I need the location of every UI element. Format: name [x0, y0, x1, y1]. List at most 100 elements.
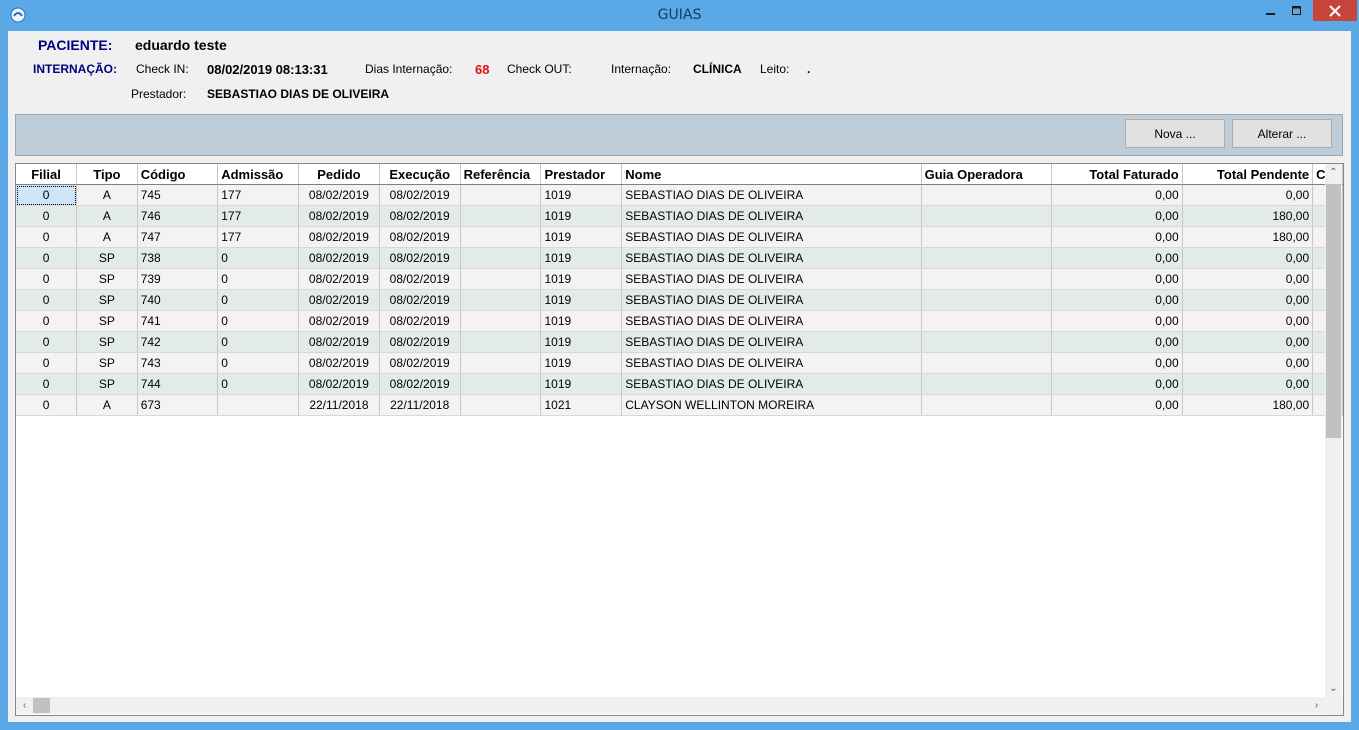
- col-header-execucao[interactable]: Execução: [379, 164, 461, 185]
- cell-tipo[interactable]: SP: [76, 310, 138, 332]
- cell-nome[interactable]: SEBASTIAO DIAS DE OLIVEIRA: [621, 247, 922, 269]
- cell-tipo[interactable]: SP: [76, 247, 138, 269]
- horizontal-scroll-thumb[interactable]: [33, 698, 50, 713]
- cell-referencia[interactable]: [460, 331, 542, 353]
- cell-filial[interactable]: 0: [16, 268, 78, 290]
- cell-filial[interactable]: 0: [16, 373, 78, 395]
- table-row[interactable]: 0 SP 740 0 08/02/2019 08/02/2019 1019 SEBASTIAO…: [16, 289, 1343, 311]
- cell-total-faturado[interactable]: 0,00: [1051, 310, 1183, 332]
- table-row[interactable]: 0 A 673 22/11/2018 22/11/2018 1021 CLAYSON WEL…: [16, 394, 1343, 416]
- cell-admissao[interactable]: 0: [217, 373, 300, 395]
- cell-total-pendente[interactable]: 180,00: [1182, 205, 1314, 227]
- cell-prestador[interactable]: 1021: [540, 394, 623, 416]
- cell-nome[interactable]: SEBASTIAO DIAS DE OLIVEIRA: [621, 352, 922, 374]
- cell-prestador[interactable]: 1019: [540, 226, 623, 248]
- col-header-tipo[interactable]: Tipo: [76, 164, 138, 185]
- cell-execucao[interactable]: 08/02/2019: [379, 205, 461, 227]
- cell-guia-operadora[interactable]: [921, 247, 1053, 269]
- cell-total-faturado[interactable]: 0,00: [1051, 373, 1183, 395]
- cell-filial[interactable]: 0: [16, 205, 78, 227]
- cell-nome[interactable]: CLAYSON WELLINTON MOREIRA: [621, 394, 922, 416]
- cell-execucao[interactable]: 08/02/2019: [379, 184, 461, 206]
- cell-total-pendente[interactable]: 0,00: [1182, 268, 1314, 290]
- cell-filial[interactable]: 0: [16, 184, 78, 206]
- cell-codigo[interactable]: 746: [137, 205, 219, 227]
- cell-prestador[interactable]: 1019: [540, 184, 623, 206]
- col-header-prestador[interactable]: Prestador: [540, 164, 623, 185]
- alterar-button[interactable]: Alterar ...: [1232, 119, 1332, 148]
- cell-total-pendente[interactable]: 0,00: [1182, 247, 1314, 269]
- cell-codigo[interactable]: 741: [137, 310, 219, 332]
- cell-filial[interactable]: 0: [16, 352, 78, 374]
- cell-guia-operadora[interactable]: [921, 184, 1053, 206]
- cell-tipo[interactable]: SP: [76, 268, 138, 290]
- table-row[interactable]: 0 SP 743 0 08/02/2019 08/02/2019 1019 SEBASTIAO…: [16, 352, 1343, 374]
- cell-tipo[interactable]: A: [76, 184, 138, 206]
- cell-execucao[interactable]: 22/11/2018: [379, 394, 461, 416]
- table-row[interactable]: 0 SP 738 0 08/02/2019 08/02/2019 1019 SEBASTIAO…: [16, 247, 1343, 269]
- cell-pedido[interactable]: 08/02/2019: [298, 373, 380, 395]
- cell-tipo[interactable]: A: [76, 394, 138, 416]
- cell-total-faturado[interactable]: 0,00: [1051, 352, 1183, 374]
- cell-nome[interactable]: SEBASTIAO DIAS DE OLIVEIRA: [621, 373, 922, 395]
- cell-guia-operadora[interactable]: [921, 331, 1053, 353]
- vertical-scroll-thumb[interactable]: [1326, 184, 1341, 438]
- cell-nome[interactable]: SEBASTIAO DIAS DE OLIVEIRA: [621, 310, 922, 332]
- cell-admissao[interactable]: 0: [217, 310, 300, 332]
- cell-prestador[interactable]: 1019: [540, 289, 623, 311]
- cell-filial[interactable]: 0: [16, 289, 78, 311]
- cell-codigo[interactable]: 745: [137, 184, 219, 206]
- cell-total-faturado[interactable]: 0,00: [1051, 205, 1183, 227]
- cell-guia-operadora[interactable]: [921, 373, 1053, 395]
- cell-total-faturado[interactable]: 0,00: [1051, 226, 1183, 248]
- cell-codigo[interactable]: 673: [137, 394, 219, 416]
- cell-referencia[interactable]: [460, 226, 542, 248]
- nova-button[interactable]: Nova ...: [1125, 119, 1225, 148]
- cell-admissao[interactable]: 177: [217, 226, 300, 248]
- scroll-down-icon[interactable]: ⌄: [1325, 680, 1342, 697]
- table-row[interactable]: 0 SP 744 0 08/02/2019 08/02/2019 1019 SEBASTIAO…: [16, 373, 1343, 395]
- cell-referencia[interactable]: [460, 373, 542, 395]
- cell-admissao[interactable]: 0: [217, 352, 300, 374]
- cell-prestador[interactable]: 1019: [540, 268, 623, 290]
- col-header-referencia[interactable]: Referência: [460, 164, 542, 185]
- col-header-admissao[interactable]: Admissão: [217, 164, 300, 185]
- cell-codigo[interactable]: 747: [137, 226, 219, 248]
- cell-total-faturado[interactable]: 0,00: [1051, 247, 1183, 269]
- title-bar[interactable]: GUIAS: [0, 0, 1359, 31]
- cell-admissao[interactable]: 0: [217, 331, 300, 353]
- table-row[interactable]: 0 A 745 177 08/02/2019 08/02/2019 1019 SEBASTIA…: [16, 184, 1343, 206]
- cell-total-pendente[interactable]: 0,00: [1182, 352, 1314, 374]
- cell-prestador[interactable]: 1019: [540, 331, 623, 353]
- cell-prestador[interactable]: 1019: [540, 373, 623, 395]
- scroll-left-icon[interactable]: ‹: [16, 697, 33, 714]
- vertical-scrollbar[interactable]: ⌃ ⌄: [1325, 164, 1342, 698]
- cell-filial[interactable]: 0: [16, 226, 78, 248]
- cell-referencia[interactable]: [460, 205, 542, 227]
- cell-guia-operadora[interactable]: [921, 352, 1053, 374]
- cell-tipo[interactable]: SP: [76, 373, 138, 395]
- cell-total-pendente[interactable]: 0,00: [1182, 184, 1314, 206]
- cell-total-pendente[interactable]: 0,00: [1182, 373, 1314, 395]
- cell-referencia[interactable]: [460, 394, 542, 416]
- cell-pedido[interactable]: 08/02/2019: [298, 205, 380, 227]
- cell-total-faturado[interactable]: 0,00: [1051, 268, 1183, 290]
- cell-execucao[interactable]: 08/02/2019: [379, 268, 461, 290]
- cell-admissao[interactable]: [217, 394, 300, 416]
- cell-referencia[interactable]: [460, 310, 542, 332]
- cell-admissao[interactable]: 0: [217, 247, 300, 269]
- cell-pedido[interactable]: 08/02/2019: [298, 289, 380, 311]
- cell-referencia[interactable]: [460, 184, 542, 206]
- cell-total-pendente[interactable]: 180,00: [1182, 394, 1314, 416]
- cell-guia-operadora[interactable]: [921, 310, 1053, 332]
- cell-tipo[interactable]: A: [76, 226, 138, 248]
- cell-admissao[interactable]: 177: [217, 184, 300, 206]
- maximize-button[interactable]: [1284, 0, 1310, 22]
- cell-admissao[interactable]: 0: [217, 268, 300, 290]
- cell-admissao[interactable]: 177: [217, 205, 300, 227]
- table-row[interactable]: 0 A 746 177 08/02/2019 08/02/2019 1019 SEBASTIA…: [16, 205, 1343, 227]
- cell-prestador[interactable]: 1019: [540, 352, 623, 374]
- col-header-pedido[interactable]: Pedido: [298, 164, 380, 185]
- cell-total-faturado[interactable]: 0,00: [1051, 331, 1183, 353]
- col-header-nome[interactable]: Nome: [621, 164, 922, 185]
